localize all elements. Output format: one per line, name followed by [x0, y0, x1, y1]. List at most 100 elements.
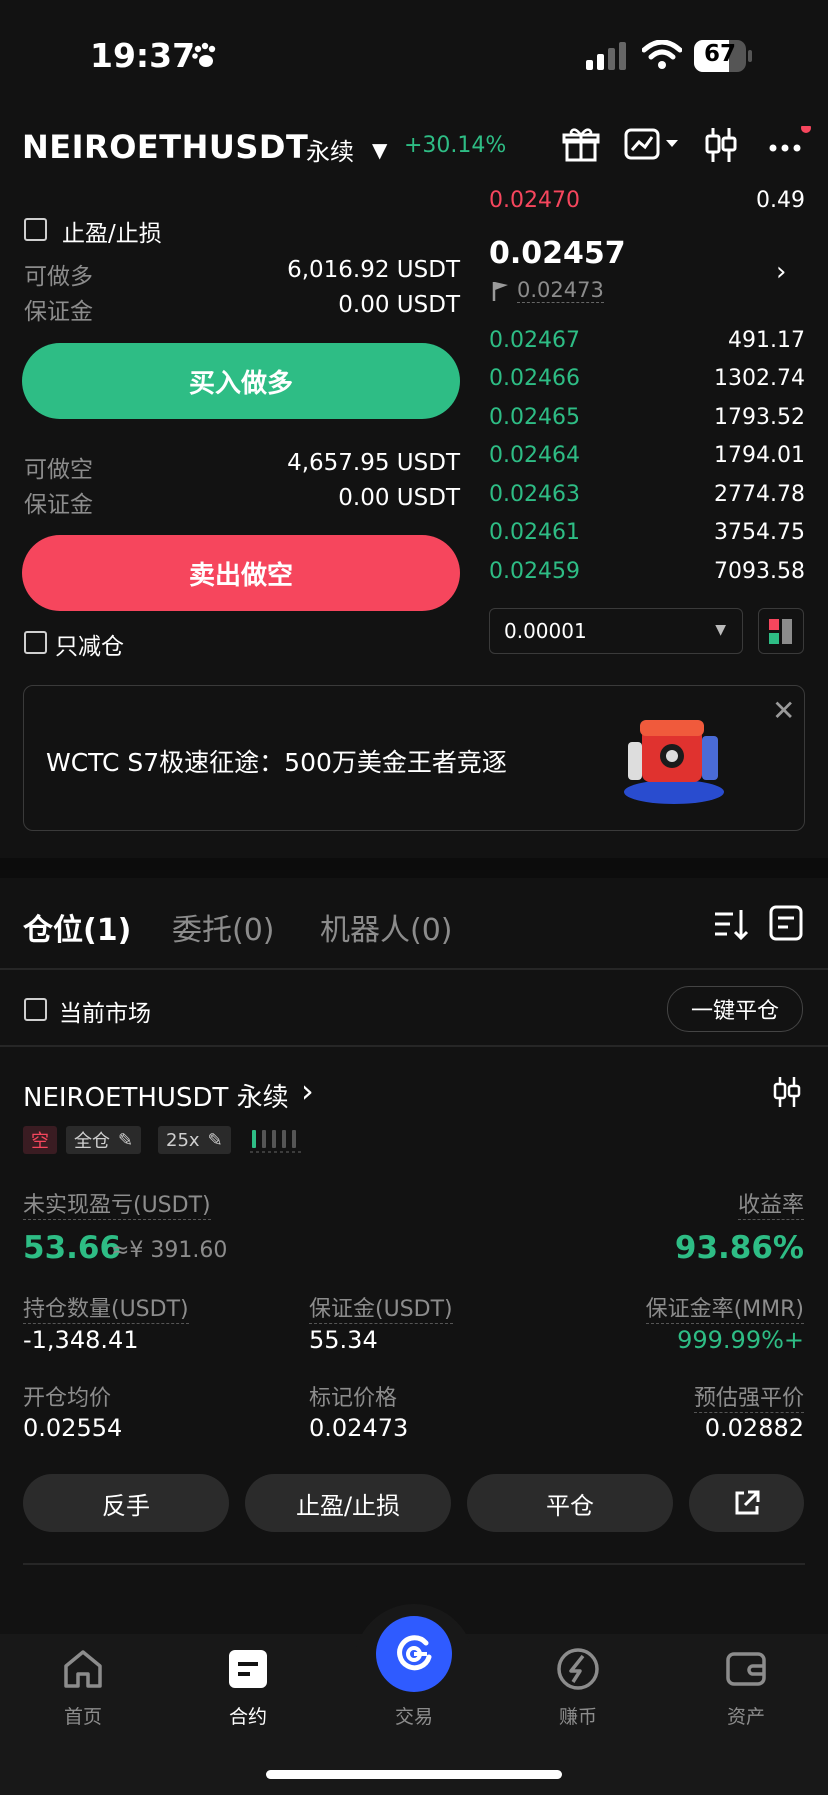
- gift-icon[interactable]: [562, 126, 600, 166]
- more-icon[interactable]: [766, 123, 812, 166]
- bid-price: 0.02467: [489, 328, 580, 353]
- sort-icon[interactable]: [713, 906, 749, 946]
- bid-price: 0.02466: [489, 366, 580, 391]
- tp-sl-button[interactable]: 止盈/止损: [245, 1474, 451, 1532]
- bid-qty: 7093.58: [714, 559, 805, 584]
- margin-short-value: 0.00 USDT: [338, 485, 460, 511]
- nav-assets[interactable]: 资产: [686, 1646, 806, 1729]
- mmr-label: 保证金率(MMR): [645, 1291, 804, 1324]
- precision-select[interactable]: 0.00001 ▼: [489, 608, 743, 654]
- pair-title[interactable]: NEIROETHUSDT: [22, 128, 308, 166]
- current-market-label[interactable]: 当前市场: [59, 994, 151, 1028]
- unrealized-pnl-value: 53.66: [23, 1230, 122, 1266]
- available-long-label: 可做多: [24, 264, 93, 290]
- wifi-icon: [641, 39, 683, 74]
- sell-short-button[interactable]: 卖出做空: [22, 535, 460, 611]
- trophy-gift-icon: [618, 706, 730, 810]
- home-indicator: [266, 1770, 562, 1779]
- trade-icon: [397, 1635, 432, 1671]
- nav-trade[interactable]: 交易: [354, 1616, 474, 1729]
- mark-price-label: 标记价格: [309, 1386, 398, 1411]
- margin-mode-tag[interactable]: 全仓 ✎: [66, 1126, 142, 1154]
- bid-row[interactable]: 0.02461 3754.75: [489, 520, 805, 550]
- entry-price-value: 0.02554: [23, 1414, 123, 1442]
- close-position-button[interactable]: 平仓: [467, 1474, 673, 1532]
- entry-price-label: 开仓均价: [23, 1386, 112, 1411]
- signal-icon: [586, 42, 628, 74]
- leverage-label: 25x: [166, 1129, 200, 1151]
- roi-value: 93.86%: [674, 1230, 804, 1266]
- nav-home[interactable]: 首页: [23, 1646, 143, 1729]
- available-short-value: 4,657.95 USDT: [287, 450, 460, 476]
- tp-sl-checkbox[interactable]: [24, 218, 47, 241]
- bid-price: 0.02465: [489, 405, 580, 430]
- ask-qty: 0.49: [756, 188, 805, 213]
- share-button[interactable]: [689, 1474, 804, 1532]
- precision-value: 0.00001: [504, 619, 587, 643]
- bid-row[interactable]: 0.02467 491.17: [489, 328, 805, 358]
- precision-dropdown-icon: ▼: [715, 622, 726, 638]
- status-time: 19:37: [90, 36, 196, 75]
- bid-row[interactable]: 0.02463 2774.78: [489, 482, 805, 512]
- tabs-divider: [0, 968, 828, 970]
- bid-row[interactable]: 0.02459 7093.58: [489, 559, 805, 589]
- flag-icon: [492, 281, 510, 305]
- available-long-value: 6,016.92 USDT: [287, 257, 460, 283]
- buy-long-button[interactable]: 买入做多: [22, 343, 460, 419]
- reduce-only-checkbox[interactable]: [24, 631, 47, 654]
- reverse-button[interactable]: 反手: [23, 1474, 229, 1532]
- size-value: -1,348.41: [23, 1326, 139, 1354]
- margin-short-label: 保证金: [24, 492, 93, 518]
- close-icon[interactable]: ✕: [772, 694, 795, 727]
- current-market-checkbox[interactable]: [24, 998, 47, 1021]
- tab-orders[interactable]: 委托(0): [172, 905, 275, 949]
- close-all-button[interactable]: 一键平仓: [667, 986, 803, 1032]
- battery-icon: 67: [694, 40, 752, 72]
- tab-bots[interactable]: 机器人(0): [320, 905, 453, 949]
- margin-mode-label: 全仓: [74, 1131, 110, 1152]
- orderbook-layout-button[interactable]: [758, 608, 804, 654]
- bid-row[interactable]: 0.02465 1793.52: [489, 405, 805, 435]
- futures-icon: [229, 1650, 267, 1688]
- margin-long-value: 0.00 USDT: [338, 292, 460, 318]
- bid-price: 0.02461: [489, 520, 580, 545]
- unrealized-pnl-label: 未实现盈亏(USDT): [23, 1187, 211, 1220]
- bid-row[interactable]: 0.02466 1302.74: [489, 366, 805, 396]
- chart-dropdown-icon[interactable]: [624, 126, 682, 166]
- nav-assets-label: 资产: [726, 1706, 765, 1728]
- section-gap: [0, 858, 828, 878]
- tp-sl-label[interactable]: 止盈/止损: [62, 214, 162, 248]
- tab-positions[interactable]: 仓位(1): [23, 905, 131, 949]
- bid-price: 0.02463: [489, 482, 580, 507]
- leverage-tag[interactable]: 25x ✎: [158, 1126, 231, 1154]
- bid-qty: 1793.52: [714, 405, 805, 430]
- candle-chart-icon[interactable]: [772, 1076, 802, 1112]
- pair-dropdown-icon[interactable]: ▼: [372, 138, 387, 162]
- liq-price-label: 预估强平价: [693, 1380, 804, 1413]
- position-title[interactable]: NEIROETHUSDT 永续: [23, 1077, 289, 1114]
- bid-row[interactable]: 0.02464 1794.01: [489, 443, 805, 473]
- bid-qty: 491.17: [728, 328, 805, 353]
- paw-icon: [190, 40, 220, 74]
- edit-icon: ✎: [118, 1129, 134, 1151]
- bid-qty: 1794.01: [714, 443, 805, 468]
- nav-earn-label: 赚币: [558, 1706, 597, 1728]
- available-short-label: 可做空: [24, 457, 93, 483]
- filter-divider: [0, 1045, 828, 1047]
- candle-settings-icon[interactable]: [704, 126, 738, 166]
- contract-type: 永续: [306, 138, 354, 166]
- history-icon[interactable]: [768, 904, 804, 946]
- mmr-value: 999.99%+: [677, 1326, 804, 1354]
- last-price[interactable]: 0.02457: [489, 236, 626, 271]
- nav-earn[interactable]: 赚币: [518, 1646, 638, 1729]
- home-icon: [64, 1650, 102, 1688]
- edit-icon: ✎: [207, 1129, 223, 1151]
- nav-futures-label: 合约: [228, 1706, 267, 1728]
- ask-row[interactable]: 0.02470 0.49: [489, 188, 805, 218]
- battery-level: 67: [703, 41, 736, 67]
- reduce-only-label[interactable]: 只减仓: [55, 627, 124, 661]
- chevron-right-icon[interactable]: ›: [776, 257, 786, 287]
- nav-futures[interactable]: 合约: [188, 1646, 308, 1729]
- mark-price: 0.02473: [517, 278, 604, 303]
- chevron-right-icon[interactable]: ›: [301, 1072, 314, 1110]
